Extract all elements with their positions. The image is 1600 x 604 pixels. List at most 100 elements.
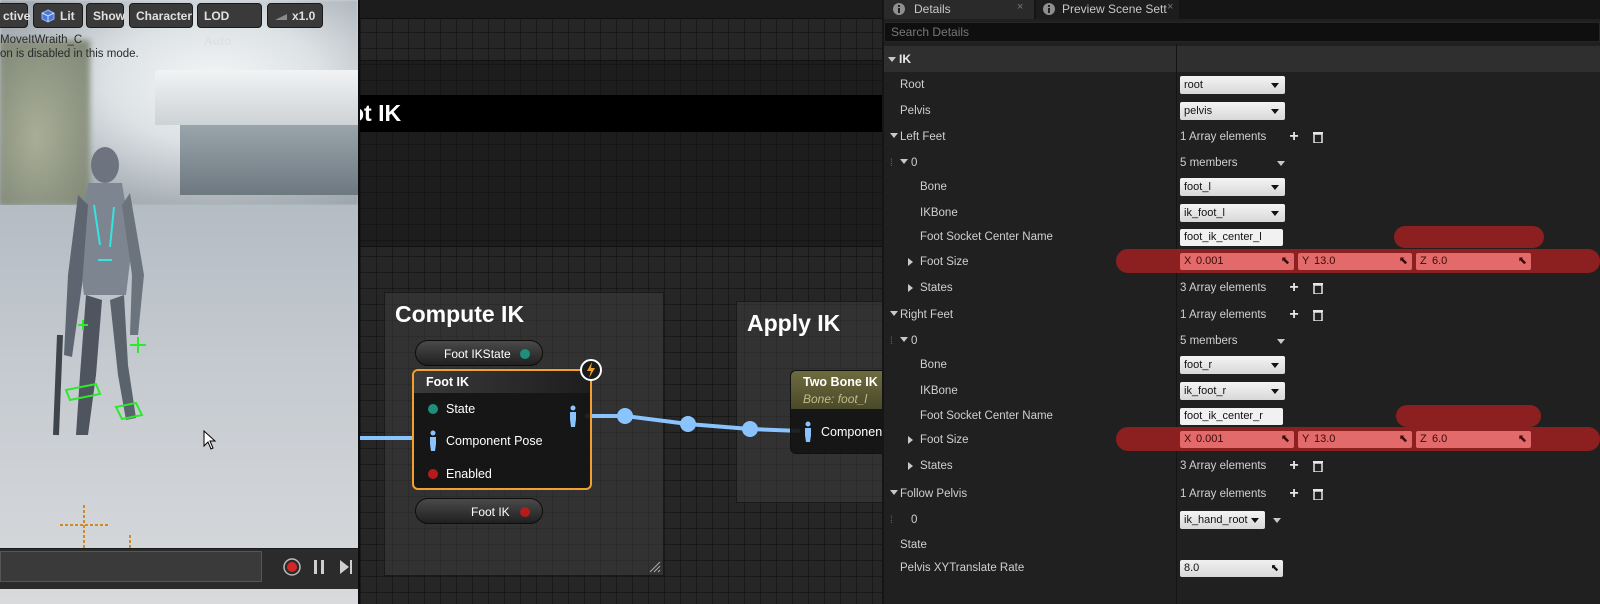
foot-ikstate-getter[interactable]: Foot IKState [415,340,543,366]
show-button[interactable]: Show [86,3,125,28]
fast-path-icon [580,359,602,381]
expand-icon[interactable] [890,490,898,495]
right-bone-dropdown[interactable]: foot_r [1180,356,1285,374]
expand-icon[interactable] [890,311,898,316]
foot-ik-node[interactable]: Foot IK State Component Pose Enabled [412,369,592,490]
close-icon[interactable]: × [1017,1,1023,13]
drag-handle-icon[interactable]: ⁞ [890,515,893,526]
left-states-row[interactable]: States 3 Array elements + [884,275,1600,301]
pause-button[interactable] [308,556,330,578]
property-left-feet[interactable]: Left Feet 1 Array elements + [884,124,1600,150]
speed-label: x1.0 [292,9,316,23]
property-right-feet[interactable]: Right Feet 1 Array elements + [884,302,1600,328]
right-foot-size-x[interactable]: X 0.001 ⬉ [1180,431,1294,448]
state-pin[interactable] [428,404,438,414]
foot-ik-getter-label: Foot IK [471,505,510,519]
close-icon[interactable]: × [1167,1,1173,13]
right-foot-size-z[interactable]: Z 6.0 ⬉ [1416,431,1531,448]
expand-icon[interactable] [908,462,913,470]
follow-pelvis-dropdown[interactable]: ik_hand_root [1180,511,1265,529]
lod-button[interactable]: LOD Auto [197,3,262,48]
add-element-icon[interactable]: + [1287,458,1301,474]
chevron-down-icon[interactable] [1277,339,1285,344]
expand-icon[interactable] [890,133,898,138]
left-feet-element-0[interactable]: ⁞ 0 5 members [884,150,1600,176]
right-feet-label: Right Feet [900,309,954,321]
trash-icon[interactable] [1313,309,1323,321]
trash-icon[interactable] [1313,460,1323,472]
tab-preview-scene-settings[interactable]: Preview Scene Sett × [1036,0,1179,19]
right-bone-value: foot_r [1184,359,1213,371]
collapse-icon[interactable] [888,57,896,62]
add-element-icon[interactable]: + [1287,280,1301,296]
left-ikbone-dropdown[interactable]: ik_foot_l [1180,204,1285,222]
drag-handle-icon[interactable]: ⁞ [890,158,893,169]
enabled-output-pin[interactable] [520,507,530,517]
follow-pelvis-element-0[interactable]: ⁞ 0 ik_hand_root [884,507,1600,533]
character-button[interactable]: Character [129,3,193,28]
left-bone-dropdown[interactable]: foot_l [1180,178,1285,196]
x-axis-label: X [1184,255,1192,267]
left-foot-size-z[interactable]: Z 6.0 ⬉ [1416,253,1531,270]
expand-icon[interactable] [908,436,913,444]
left-socket-input[interactable]: foot_ik_center_l [1180,229,1283,246]
expand-arrows-icon: ⬉ [1398,255,1408,267]
add-element-icon[interactable]: + [1287,129,1301,145]
pose-pin-icon[interactable] [428,430,438,452]
playback-speed-button[interactable]: x1.0 [267,3,323,28]
viewport-building-shadow [180,125,358,195]
state-pin-row[interactable]: State [428,402,475,416]
two-bone-component-pin-row[interactable]: Component [803,421,882,443]
chevron-down-icon[interactable] [1277,161,1285,166]
left-foot-size-x[interactable]: X 0.001 ⬉ [1180,253,1294,270]
two-bone-ik-node[interactable]: Two Bone IK Bone: foot_l Component [790,370,882,454]
expand-icon[interactable] [908,258,913,266]
pelvis-rate-input[interactable]: 8.0 ⬉ [1180,560,1283,577]
left-ikbone-value: ik_foot_l [1184,207,1225,219]
drag-handle-icon[interactable]: ⁞ [890,336,893,347]
right-bone-row: Bone foot_r [884,352,1600,378]
trash-icon[interactable] [1313,131,1323,143]
left-foot-size-row[interactable]: Foot Size X 0.001 ⬉ Y 13.0 ⬉ Z 6.0 ⬉ [884,249,1600,275]
search-details-input[interactable]: Search Details [884,22,1600,42]
right-foot-size-row[interactable]: Foot Size X 0.001 ⬉ Y 13.0 ⬉ Z 6.0 ⬉ [884,427,1600,453]
category-ik[interactable]: IK [884,46,1600,72]
component-pose-pin-row[interactable]: Component Pose [428,430,543,452]
right-socket-input[interactable]: foot_ik_center_r [1180,408,1283,425]
mouse-cursor-icon [203,430,217,450]
enabled-pin[interactable] [428,469,438,479]
viewport[interactable]: ctive Lit Show Character LOD Auto x1.0 M… [0,0,358,604]
timeline-scrubber[interactable] [0,551,262,582]
expand-icon[interactable] [900,159,908,164]
right-foot-size-y[interactable]: Y 13.0 ⬉ [1298,431,1412,448]
enabled-pin-row[interactable]: Enabled [428,467,492,481]
tab-details[interactable]: Details × [884,0,1034,19]
root-dropdown[interactable]: root [1180,76,1285,94]
anim-graph[interactable]: ot IK Compute IK Apply IK Foot IKState F… [360,0,882,604]
expand-icon[interactable] [900,337,908,342]
perspective-button[interactable]: ctive [0,3,30,28]
lit-cube-icon [41,9,55,23]
trash-icon[interactable] [1313,282,1323,294]
step-forward-button[interactable] [335,556,357,578]
property-follow-pelvis[interactable]: Follow Pelvis 1 Array elements + [884,481,1600,507]
right-ikbone-dropdown[interactable]: ik_foot_r [1180,382,1285,400]
foot-ik-enabled-getter[interactable]: Foot IK [415,498,543,524]
chevron-down-icon[interactable] [1273,518,1281,523]
lit-label: Lit [60,9,75,23]
right-states-row[interactable]: States 3 Array elements + [884,453,1600,479]
two-bone-pose-pin-icon[interactable] [803,421,813,443]
trash-icon[interactable] [1313,488,1323,500]
output-pose-pin-icon[interactable] [568,405,578,429]
add-element-icon[interactable]: + [1287,486,1301,502]
right-foot-size-x-value: 0.001 [1196,433,1224,445]
add-element-icon[interactable]: + [1287,307,1301,323]
record-button[interactable] [281,556,303,578]
left-foot-size-y[interactable]: Y 13.0 ⬉ [1298,253,1412,270]
lit-button[interactable]: Lit [33,3,83,28]
ikstate-output-pin[interactable] [520,349,530,359]
pelvis-dropdown[interactable]: pelvis [1180,102,1285,120]
preview-settings-icon [1043,3,1055,15]
right-feet-element-0[interactable]: ⁞ 0 5 members [884,328,1600,354]
expand-icon[interactable] [908,284,913,292]
